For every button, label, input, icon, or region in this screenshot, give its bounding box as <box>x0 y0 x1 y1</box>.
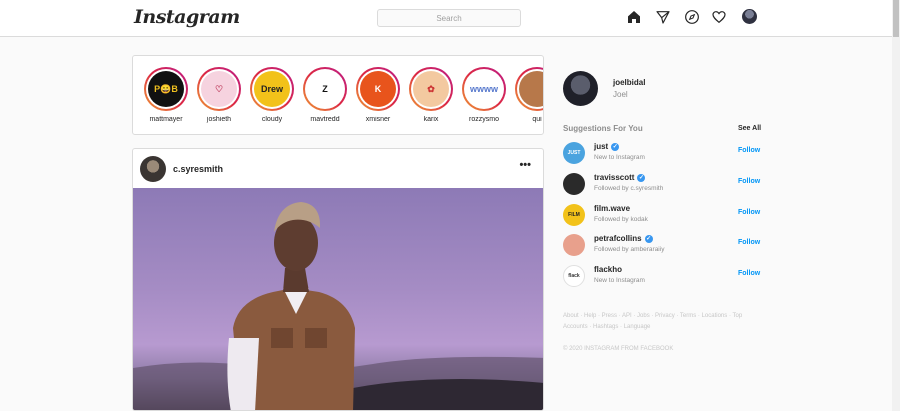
suggestion-subtitle: New to Instagram <box>594 154 645 161</box>
story-avatar: Drew <box>254 71 290 107</box>
suggestion-row: JUST just ✓ New to Instagram Follow <box>563 142 763 166</box>
scrollbar-thumb[interactable] <box>893 0 899 37</box>
story-username: xmisner <box>365 116 391 123</box>
current-user-username[interactable]: joelbidal <box>613 78 645 87</box>
suggestion-subtitle: Followed by kodak <box>594 216 648 223</box>
stories-tray: P😀B mattmayer ♡ joshieth Drew cloudy Zmavtredd… <box>132 55 544 135</box>
instagram-logo[interactable]: Instagram <box>134 6 240 28</box>
suggestion-avatar[interactable] <box>563 234 585 256</box>
suggestion-row: flack flackho New to Instagram Follow <box>563 265 763 289</box>
follow-button[interactable]: Follow <box>738 178 760 185</box>
suggestion-username[interactable]: just <box>594 142 608 151</box>
top-nav-bar: Instagram <box>0 0 900 37</box>
story-avatar: ♡ <box>201 71 237 107</box>
post-author-avatar[interactable] <box>140 156 166 182</box>
suggestion-subtitle: New to Instagram <box>594 277 645 284</box>
post-options-button[interactable]: ••• <box>519 159 531 171</box>
follow-button[interactable]: Follow <box>738 239 760 246</box>
suggestion-username[interactable]: flackho <box>594 265 622 274</box>
story-username: qui <box>532 116 542 123</box>
story-ring: K <box>356 67 400 111</box>
feed-post: c.syresmith ••• <box>132 148 544 411</box>
suggestion-username[interactable]: travisscott <box>594 173 634 182</box>
paper-plane-icon[interactable] <box>655 9 671 25</box>
story-username: joshieth <box>206 116 232 123</box>
story-avatar: P😀B <box>148 71 184 107</box>
suggestion-username[interactable]: petrafcollins <box>594 234 642 243</box>
verified-badge-icon: ✓ <box>611 142 620 151</box>
story-avatar: Z <box>307 71 343 107</box>
story-ring: P😀B <box>144 67 188 111</box>
story-ring <box>515 67 543 111</box>
story-username: cloudy <box>261 116 283 123</box>
suggestion-subtitle: Followed by c.syresmith <box>594 185 664 192</box>
story-item[interactable]: Drew cloudy <box>247 67 297 123</box>
story-ring: ♡ <box>197 67 241 111</box>
post-image[interactable] <box>133 188 543 410</box>
suggestion-row: petrafcollins ✓ Followed by amberaraiiy Fol… <box>563 234 763 258</box>
story-avatar: wwww <box>466 71 502 107</box>
story-avatar: ✿ <box>413 71 449 107</box>
story-ring: Drew <box>250 67 294 111</box>
story-item[interactable]: Kxmisner <box>353 67 403 123</box>
search-input[interactable] <box>377 9 521 27</box>
story-username: mavtredd <box>310 116 340 123</box>
story-item[interactable]: Zmavtredd <box>300 67 350 123</box>
story-item[interactable]: ♡ joshieth <box>194 67 244 123</box>
verified-badge-icon: ✓ <box>637 173 646 182</box>
story-username: rozzysmo <box>469 116 499 123</box>
story-username: karix <box>423 116 439 123</box>
current-user-avatar[interactable] <box>563 71 598 106</box>
page-scrollbar[interactable] <box>892 0 900 411</box>
follow-button[interactable]: Follow <box>738 270 760 277</box>
post-author-username[interactable]: c.syresmith <box>173 164 223 174</box>
story-username: mattmayer <box>149 116 183 123</box>
suggestion-subtitle: Followed by amberaraiiy <box>594 246 665 253</box>
story-item[interactable]: wwww rozzysmo <box>459 67 509 123</box>
suggestion-avatar[interactable]: FILM <box>563 204 585 226</box>
story-item[interactable]: ✿ karix <box>406 67 456 123</box>
story-ring: ✿ <box>409 67 453 111</box>
story-item[interactable]: qui <box>512 67 543 123</box>
suggestion-row: travisscott ✓ Followed by c.syresmith Follo… <box>563 173 763 197</box>
copyright-text: © 2020 INSTAGRAM FROM FACEBOOK <box>563 346 674 352</box>
follow-button[interactable]: Follow <box>738 209 760 216</box>
profile-avatar-button[interactable] <box>742 9 757 24</box>
current-user-fullname: Joel <box>613 90 628 99</box>
follow-button[interactable]: Follow <box>738 147 760 154</box>
story-item[interactable]: P😀B mattmayer <box>141 67 191 123</box>
suggestion-row: FILM film.wave Followed by kodak Follow <box>563 204 763 228</box>
suggestion-avatar[interactable]: flack <box>563 265 585 287</box>
story-avatar: K <box>360 71 396 107</box>
verified-badge-icon: ✓ <box>644 234 653 243</box>
suggestion-username[interactable]: film.wave <box>594 204 630 213</box>
heart-icon[interactable] <box>711 9 727 25</box>
see-all-link[interactable]: See All <box>738 125 761 132</box>
compass-icon[interactable] <box>684 9 700 25</box>
story-ring: wwww <box>462 67 506 111</box>
story-ring: Z <box>303 67 347 111</box>
suggestion-avatar[interactable]: JUST <box>563 142 585 164</box>
suggestion-avatar[interactable] <box>563 173 585 195</box>
post-photo-illustration <box>133 202 543 410</box>
home-icon[interactable] <box>626 9 642 25</box>
footer-links[interactable]: About · Help · Press · API · Jobs · Priv… <box>563 311 743 333</box>
story-avatar <box>519 71 543 107</box>
suggestions-heading: Suggestions For You <box>563 124 643 133</box>
